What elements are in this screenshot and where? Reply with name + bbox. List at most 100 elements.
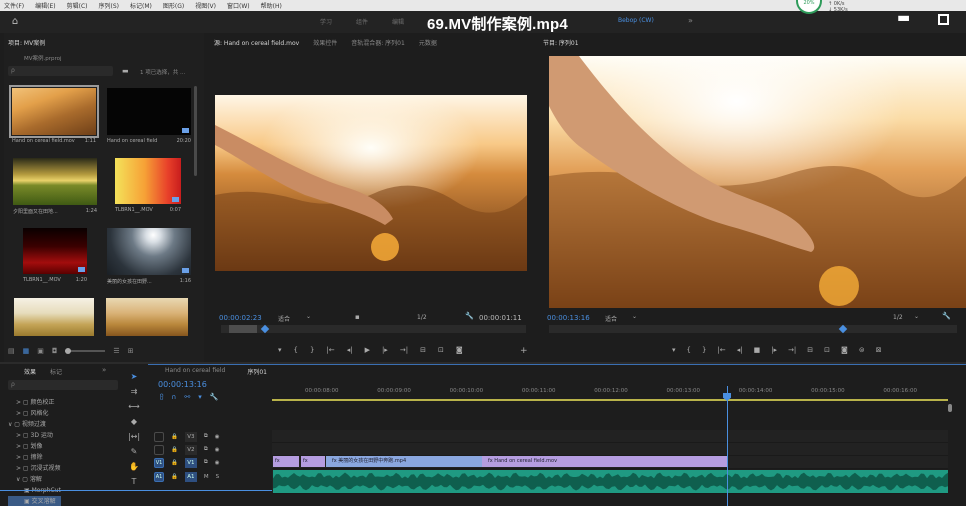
effects-tree-item[interactable]: > ▢ 颜色校正 [8, 397, 61, 408]
timeline-clip[interactable]: fx [273, 456, 299, 467]
wrench-icon[interactable]: 🔧 [942, 312, 951, 320]
go-to-in-icon[interactable]: |← [717, 346, 725, 354]
audio-clip[interactable] [273, 470, 948, 493]
timeline-timecode[interactable]: 00:00:13:16 [158, 380, 207, 389]
project-clip[interactable]: TLBRN1__.MOV 0:07 [115, 158, 181, 213]
wrench-icon[interactable]: 🔧 [210, 393, 219, 402]
slip-tool-icon[interactable]: |↔| [128, 432, 140, 441]
type-tool-icon[interactable]: T [132, 477, 137, 486]
program-resolution-select[interactable]: 1/2 [893, 314, 903, 321]
project-clip[interactable] [106, 298, 188, 336]
lock-icon[interactable]: 🔒 [171, 460, 178, 466]
track-target-button[interactable]: V1 [184, 457, 197, 468]
source-patch-button[interactable] [154, 444, 164, 455]
eye-icon[interactable]: ◉ [215, 434, 220, 440]
menu-item[interactable]: 视图(V) [195, 1, 216, 10]
effects-search-input[interactable]: ρ [8, 380, 118, 390]
effects-tree-item[interactable]: ▣ 交叉溶解 [8, 496, 61, 506]
effects-tree-item[interactable]: > ▢ 划像 [8, 441, 61, 452]
go-to-out-icon[interactable]: →| [400, 346, 408, 354]
menu-item[interactable]: 图形(G) [163, 1, 184, 10]
source-patch-button[interactable]: A1 [154, 471, 164, 482]
timeline-clip[interactable]: fx Hand on cereal field.mov [482, 456, 728, 467]
effects-tree-item[interactable]: ∨ ▢ 溶解 [8, 474, 61, 485]
menu-item[interactable]: 窗口(W) [227, 1, 250, 10]
source-zoom-select[interactable]: 适合 [278, 314, 290, 323]
program-zoom-select[interactable]: 适合 [605, 314, 617, 323]
sync-lock-icon[interactable]: ⧉ [204, 446, 208, 453]
sort-icon[interactable]: ☰ [113, 347, 119, 355]
project-clip[interactable]: 美丽的女孩在田野... 1:16 [107, 228, 191, 285]
project-search-input[interactable]: ρ [8, 66, 113, 76]
insert-icon[interactable]: ⊟ [420, 346, 426, 354]
program-scrub-bar[interactable] [549, 325, 957, 333]
automate-icon[interactable]: ⊞ [128, 347, 134, 355]
eye-icon[interactable]: ◉ [215, 460, 220, 466]
menu-item[interactable]: 编辑(E) [35, 1, 55, 10]
freeform-view-icon[interactable]: ◘ [52, 347, 58, 355]
timeline-clip[interactable]: fx [301, 456, 325, 467]
menu-item[interactable]: 标记(M) [130, 1, 152, 10]
tab-source-panel[interactable]: 效果控件 [313, 38, 337, 47]
project-scrollbar[interactable] [194, 86, 197, 176]
razor-tool-icon[interactable]: ◆ [131, 417, 137, 426]
track-lane[interactable] [272, 430, 948, 443]
home-icon[interactable]: ⌂ [9, 16, 21, 28]
ripple-edit-tool-icon[interactable]: ⟷ [128, 402, 139, 411]
safe-margins-icon[interactable]: ▪ [355, 313, 360, 321]
add-marker-icon[interactable]: ▾ [672, 346, 676, 354]
selection-tool-icon[interactable]: ➤ [131, 372, 138, 381]
effects-tree-item[interactable]: > ▢ 风格化 [8, 408, 61, 419]
zoom-slider[interactable] [65, 348, 106, 354]
project-clip[interactable]: 夕阳里面又在田地... 1:24 [13, 158, 97, 215]
tab-project[interactable]: 项目: MV案例 [8, 38, 45, 47]
track-select-tool-icon[interactable]: ⇉ [131, 387, 138, 396]
wrench-icon[interactable]: 🔧 [465, 312, 474, 320]
step-back-icon[interactable]: ◂| [347, 346, 353, 354]
effects-more-button[interactable]: » [102, 366, 106, 374]
mark-in-icon[interactable]: { [294, 346, 298, 354]
icon-view-icon[interactable]: ▣ [37, 347, 44, 355]
effects-tree-item[interactable]: > ▢ 沉浸式视频 [8, 463, 61, 474]
step-forward-icon[interactable]: |▸ [771, 346, 777, 354]
mark-out-icon[interactable]: } [310, 346, 314, 354]
tab-effects-panel[interactable]: 标记 [50, 367, 62, 376]
vr-view-icon[interactable]: ⊠ [876, 346, 882, 354]
project-clip[interactable]: TLBRN1__.MOV 1:20 [23, 228, 87, 283]
track-target-button[interactable]: A1 [184, 471, 197, 482]
effects-tree-item[interactable]: ∨ ▢ 视频过渡 [8, 419, 61, 430]
tab-effects-panel[interactable]: 效果 [24, 367, 36, 376]
source-patch-button[interactable] [154, 431, 164, 442]
overwrite-icon[interactable]: ⊡ [438, 346, 444, 354]
solo-icon[interactable]: S [216, 474, 220, 480]
source-patch-button[interactable]: V1 [154, 457, 164, 468]
tab-sequence[interactable]: Hand on cereal field [165, 367, 225, 376]
menu-item[interactable]: 剪辑(C) [67, 1, 88, 10]
new-bin-icon[interactable]: ▬ [122, 67, 129, 75]
timeline-scroll-handle[interactable] [948, 404, 952, 412]
lock-icon[interactable]: 🔒 [171, 447, 178, 453]
tab-source-panel[interactable]: 音轨混合器: 序列01 [351, 38, 405, 47]
source-timecode-in[interactable]: 00:00:02:23 [219, 314, 262, 322]
effects-tree-item[interactable]: > ▢ 擦除 [8, 452, 61, 463]
comparison-view-icon[interactable]: ⊜ [859, 346, 865, 354]
insert-nest-icon[interactable]: ⩉ [160, 393, 163, 402]
track-lane[interactable] [272, 443, 948, 456]
list-view-icon[interactable]: ▦ [23, 347, 30, 355]
program-timecode[interactable]: 00:00:13:16 [547, 314, 590, 322]
add-marker-icon[interactable]: ▾ [198, 393, 202, 402]
menu-item[interactable]: 序列(S) [99, 1, 120, 10]
workspace-tab[interactable]: 学习 [320, 17, 332, 26]
project-clip[interactable]: Hand on cereal field 20:20 [107, 88, 191, 144]
hand-tool-icon[interactable]: ✋ [129, 462, 139, 471]
eye-icon[interactable]: ◉ [215, 447, 220, 453]
lock-icon[interactable]: ▤ [8, 347, 15, 355]
menu-item[interactable]: 文件(F) [4, 1, 24, 10]
track-target-button[interactable]: V2 [184, 444, 197, 455]
chevron-down-icon[interactable]: ⌄ [632, 313, 637, 320]
mark-out-icon[interactable]: } [702, 346, 706, 354]
tab-program[interactable]: 节目: 序列01 [543, 38, 579, 47]
stop-icon[interactable]: ■ [754, 346, 761, 354]
effects-tree-item[interactable]: > ▢ 3D 运动 [8, 430, 61, 441]
go-to-out-icon[interactable]: →| [788, 346, 796, 354]
